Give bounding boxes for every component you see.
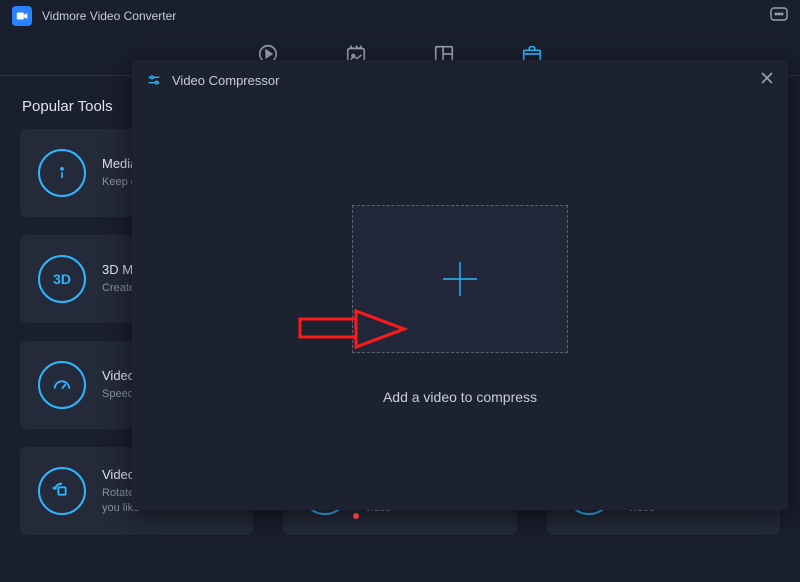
plus-icon (439, 258, 481, 300)
dialog-header: Video Compressor (132, 60, 788, 100)
app-title: Vidmore Video Converter (42, 9, 176, 23)
close-icon (760, 71, 774, 85)
video-compressor-dialog: Video Compressor Add a video to compress (132, 60, 788, 510)
sliders-icon (146, 72, 162, 88)
close-button[interactable] (760, 71, 774, 90)
info-icon (38, 149, 86, 197)
three-d-icon: 3D (38, 255, 86, 303)
dialog-title: Video Compressor (172, 73, 279, 88)
dropzone-label: Add a video to compress (383, 389, 537, 405)
dialog-body: Add a video to compress (132, 100, 788, 510)
add-video-dropzone[interactable] (352, 205, 568, 353)
video-icon (15, 9, 29, 23)
gauge-icon (38, 361, 86, 409)
rotate-icon (38, 467, 86, 515)
app-logo (12, 6, 32, 26)
titlebar: Vidmore Video Converter (0, 0, 800, 32)
messages-icon[interactable] (770, 7, 788, 26)
